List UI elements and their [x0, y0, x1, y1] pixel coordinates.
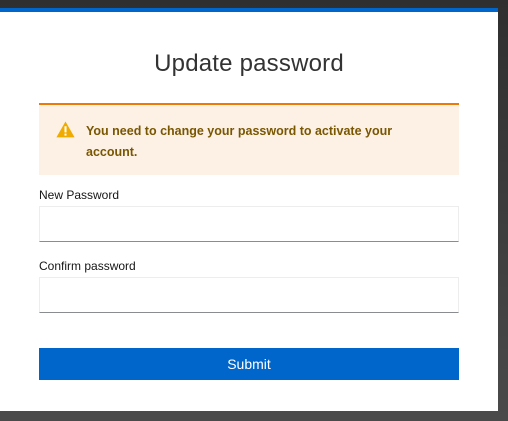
- page-title: Update password: [154, 50, 344, 77]
- update-password-card: Update password You need to change your …: [0, 8, 498, 411]
- confirm-password-field[interactable]: [39, 277, 459, 313]
- new-password-field[interactable]: [39, 206, 459, 242]
- warning-triangle-icon: [56, 121, 75, 138]
- warning-alert: You need to change your password to acti…: [39, 103, 459, 175]
- alert-message: You need to change your password to acti…: [86, 124, 393, 159]
- new-password-label: New Password: [39, 188, 120, 202]
- confirm-password-label: Confirm password: [39, 259, 136, 273]
- submit-button[interactable]: Submit: [39, 348, 459, 380]
